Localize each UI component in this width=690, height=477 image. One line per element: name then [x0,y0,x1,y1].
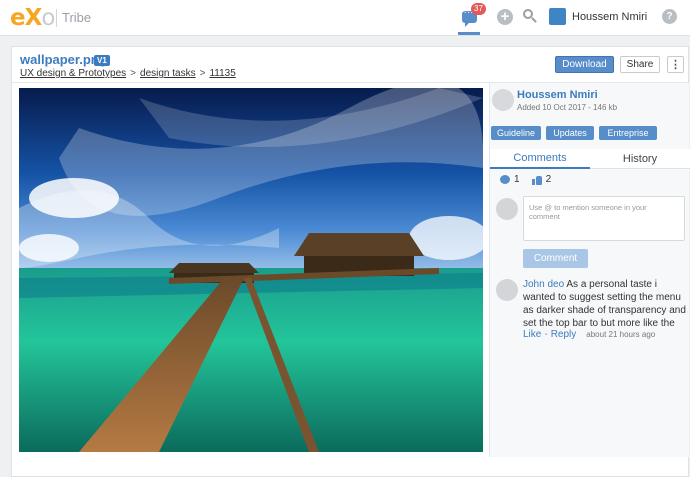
active-indicator [458,32,480,35]
comment-author-avatar[interactable] [496,279,518,301]
download-button[interactable]: Download [555,56,614,73]
top-navigation-bar: eXo Tribe 37 + Houssem Nmiri ? [0,0,690,36]
search-icon[interactable] [522,8,538,24]
breadcrumb-folder[interactable]: design tasks [140,68,196,79]
reply-link[interactable]: Reply [551,329,577,340]
owner-avatar[interactable] [492,89,514,111]
user-avatar[interactable] [549,8,566,25]
logo-divider [56,9,57,27]
user-name-link[interactable]: Houssem Nmiri [572,11,647,23]
more-vertical-icon[interactable]: ⋮ [667,56,684,73]
tab-history[interactable]: History [590,149,690,169]
breadcrumb-task[interactable]: 11135 [209,68,235,79]
current-user-avatar [496,198,518,220]
version-badge: V1 [94,55,110,66]
owner-name[interactable]: Houssem Nmiri [517,89,598,101]
comment-author[interactable]: John deo [523,279,564,290]
panel-tabs: Comments History [490,149,690,169]
comment-bubble-icon [500,175,510,184]
help-icon[interactable]: ? [662,9,677,24]
tag-entreprise[interactable]: Entreprise [599,126,657,140]
file-meta: Added 10 Oct 2017 - 146 kb [517,103,618,112]
activity-counts: 1 2 [500,174,551,185]
share-button[interactable]: Share [620,56,660,73]
tag-updates[interactable]: Updates [546,126,594,140]
like-count: 2 [545,174,552,185]
preview-artwork [19,88,483,452]
activity-panel: Houssem Nmiri Added 10 Oct 2017 - 146 kb… [489,83,690,457]
breadcrumb-space[interactable]: UX design & Prototypes [20,68,126,79]
like-link[interactable]: Like [523,329,541,340]
tab-comments[interactable]: Comments [490,149,590,169]
comment-time: about 21 hours ago [586,330,656,339]
breadcrumb: UX design & Prototypes > design tasks >1113… [20,68,236,79]
comment-actions: Like - Reply about 21 hours ago [523,329,655,340]
comment-button[interactable]: Comment [523,249,588,268]
breadcrumb-separator: > [130,68,137,79]
tag-guideline[interactable]: Guideline [491,126,541,140]
thumbs-up-icon[interactable] [531,175,542,185]
plus-icon[interactable]: + [497,9,513,25]
breadcrumb-separator: > [199,68,206,79]
comment-input[interactable]: Use @ to mention someone in your comment [523,196,685,241]
exo-logo[interactable]: eXo [10,5,55,31]
image-preview [19,88,483,452]
comment-count: 1 [514,174,520,185]
document-preview-card: wallpaper.png V1 UX design & Prototypes >… [11,46,690,477]
brand-name: Tribe [62,10,92,25]
comment-body: John deo As a personal taste i wanted to… [523,278,688,330]
action-separator: - [544,329,548,340]
notification-badge: 37 [471,3,486,15]
